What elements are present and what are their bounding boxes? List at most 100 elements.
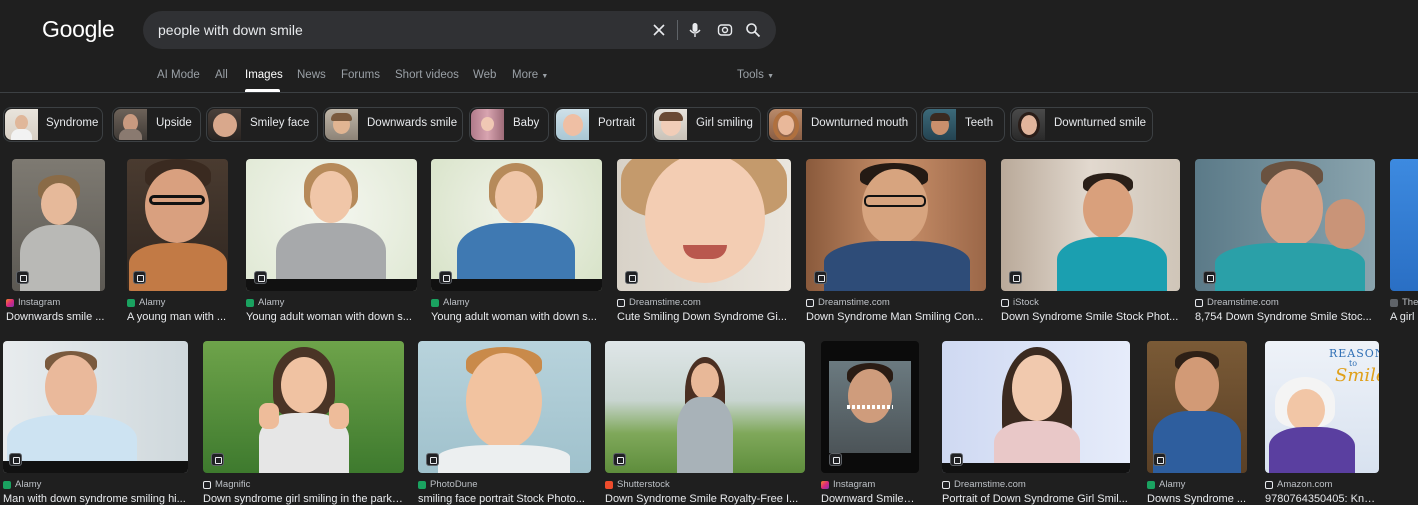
- chip-downturned-smile[interactable]: Downturned smile: [1010, 107, 1153, 142]
- result-title[interactable]: Cute Smiling Down Syndrome Gi...: [617, 311, 789, 323]
- search-icon[interactable]: [743, 20, 763, 40]
- chip-downturned-mouth[interactable]: Downturned mouth: [767, 107, 917, 142]
- image-badge-icon: [254, 271, 267, 284]
- search-input[interactable]: people with down smile: [158, 22, 303, 38]
- result-thumbnail[interactable]: [431, 159, 602, 291]
- tab-images[interactable]: Images: [245, 69, 283, 81]
- result-thumbnail[interactable]: [1147, 341, 1247, 473]
- result-thumbnail[interactable]: REASONS to Smile: [1265, 341, 1379, 473]
- dreamstime-favicon-icon: [617, 298, 625, 307]
- result-title[interactable]: 8,754 Down Syndrome Smile Stoc...: [1195, 311, 1373, 323]
- tab-web[interactable]: Web: [473, 69, 496, 81]
- alamy-favicon-icon: [127, 298, 135, 307]
- result-thumbnail[interactable]: [1390, 159, 1418, 291]
- instagram-favicon-icon: [821, 480, 829, 489]
- result-thumbnail[interactable]: [12, 159, 105, 291]
- result-title[interactable]: smiling face portrait Stock Photo...: [418, 493, 590, 505]
- result-source-label: Amazon.com: [1277, 479, 1333, 490]
- image-badge-icon: [829, 453, 842, 466]
- result-thumbnail[interactable]: [942, 341, 1130, 473]
- image-badge-icon: [133, 271, 146, 284]
- result-title[interactable]: A young man with ...: [127, 311, 227, 323]
- result-source[interactable]: iStock: [1001, 297, 1039, 308]
- microphone-icon[interactable]: [685, 20, 705, 40]
- chip-baby[interactable]: Baby: [469, 107, 549, 142]
- chip-downwards-smile[interactable]: Downwards smile: [323, 107, 463, 142]
- result-source[interactable]: The: [1390, 297, 1418, 308]
- video-play-icon: [16, 271, 29, 284]
- google-logo[interactable]: Google: [42, 16, 115, 43]
- instagram-favicon-icon: [6, 298, 14, 307]
- result-thumbnail[interactable]: [246, 159, 417, 291]
- result-source[interactable]: Magnific: [203, 479, 250, 490]
- tab-news[interactable]: News: [297, 69, 326, 81]
- result-title[interactable]: Young adult woman with down s...: [431, 311, 601, 323]
- result-source-label: Instagram: [18, 297, 61, 308]
- result-thumbnail[interactable]: [1195, 159, 1375, 291]
- tab-all[interactable]: All: [215, 69, 228, 81]
- result-source-label: The: [1402, 297, 1418, 308]
- result-title[interactable]: Downs Syndrome ...: [1147, 493, 1247, 505]
- book-title-bottom: Smile: [1335, 365, 1379, 386]
- shutterstock-favicon-icon: [605, 480, 613, 489]
- clear-icon[interactable]: [649, 20, 669, 40]
- chip-label: Baby: [513, 117, 540, 129]
- chip-portrait[interactable]: Portrait: [554, 107, 647, 142]
- result-source[interactable]: Dreamstime.com: [1195, 297, 1279, 308]
- result-source[interactable]: Alamy: [127, 297, 165, 308]
- site-favicon-icon: [1390, 298, 1398, 307]
- result-source[interactable]: Alamy: [246, 297, 284, 308]
- tools-button[interactable]: Tools ▼: [737, 69, 774, 81]
- result-title[interactable]: Down syndrome girl smiling in the park .…: [203, 493, 403, 505]
- result-title[interactable]: Down Syndrome Man Smiling Con...: [806, 311, 984, 323]
- result-title[interactable]: Man with down syndrome smiling hi...: [3, 493, 187, 505]
- result-source[interactable]: Dreamstime.com: [806, 297, 890, 308]
- result-source[interactable]: Alamy: [431, 297, 469, 308]
- result-title[interactable]: Down Syndrome Smile Royalty-Free I...: [605, 493, 803, 505]
- chip-label: Portrait: [598, 117, 636, 129]
- tab-short-videos[interactable]: Short videos: [395, 69, 459, 81]
- result-source-label: iStock: [1013, 297, 1039, 308]
- result-source[interactable]: Dreamstime.com: [617, 297, 701, 308]
- result-thumbnail[interactable]: [806, 159, 986, 291]
- result-title[interactable]: Young adult woman with down s...: [246, 311, 416, 323]
- chip-smiley-face[interactable]: Smiley face: [206, 107, 318, 142]
- result-source[interactable]: PhotoDune: [418, 479, 478, 490]
- chip-upside[interactable]: Upside: [112, 107, 201, 142]
- result-source[interactable]: Alamy: [1147, 479, 1185, 490]
- result-title[interactable]: A girl: [1390, 311, 1418, 323]
- result-thumbnail[interactable]: [127, 159, 228, 291]
- result-thumbnail[interactable]: [617, 159, 791, 291]
- tab-ai-mode[interactable]: AI Mode: [157, 69, 200, 81]
- result-source[interactable]: Instagram: [821, 479, 875, 490]
- chip-syndrome[interactable]: Syndrome: [3, 107, 103, 142]
- result-source[interactable]: Shutterstock: [605, 479, 670, 490]
- chip-girl-smiling[interactable]: Girl smiling: [652, 107, 761, 142]
- result-title[interactable]: Downwards smile ...: [6, 311, 106, 323]
- search-box[interactable]: people with down smile: [143, 11, 776, 49]
- result-source[interactable]: Alamy: [3, 479, 41, 490]
- result-title[interactable]: 9780764350405: Knauss...: [1265, 493, 1379, 505]
- result-title[interactable]: Down Syndrome Smile Stock Phot...: [1001, 311, 1179, 323]
- result-source-label: Instagram: [833, 479, 876, 490]
- chip-label: Downwards smile: [367, 117, 458, 129]
- result-thumbnail[interactable]: [605, 341, 805, 473]
- tab-more[interactable]: More ▼: [512, 69, 548, 81]
- chip-teeth[interactable]: Teeth: [921, 107, 1005, 142]
- result-source[interactable]: Dreamstime.com: [942, 479, 1026, 490]
- result-source[interactable]: Amazon.com: [1265, 479, 1332, 490]
- chip-label: Syndrome: [46, 117, 99, 129]
- lens-camera-icon[interactable]: [715, 20, 735, 40]
- result-source[interactable]: Instagram: [6, 297, 60, 308]
- result-thumbnail[interactable]: [418, 341, 591, 473]
- tab-forums[interactable]: Forums: [341, 69, 380, 81]
- result-thumbnail[interactable]: [821, 341, 919, 473]
- chip-label: Girl smiling: [696, 117, 753, 129]
- result-thumbnail[interactable]: [1001, 159, 1180, 291]
- result-thumbnail[interactable]: [3, 341, 188, 473]
- result-thumbnail[interactable]: [203, 341, 404, 473]
- result-title[interactable]: Portrait of Down Syndrome Girl Smil...: [942, 493, 1128, 505]
- result-title[interactable]: Downward Smile V...: [821, 493, 917, 505]
- chip-thumbnail: [325, 109, 358, 140]
- image-badge-icon: [950, 453, 963, 466]
